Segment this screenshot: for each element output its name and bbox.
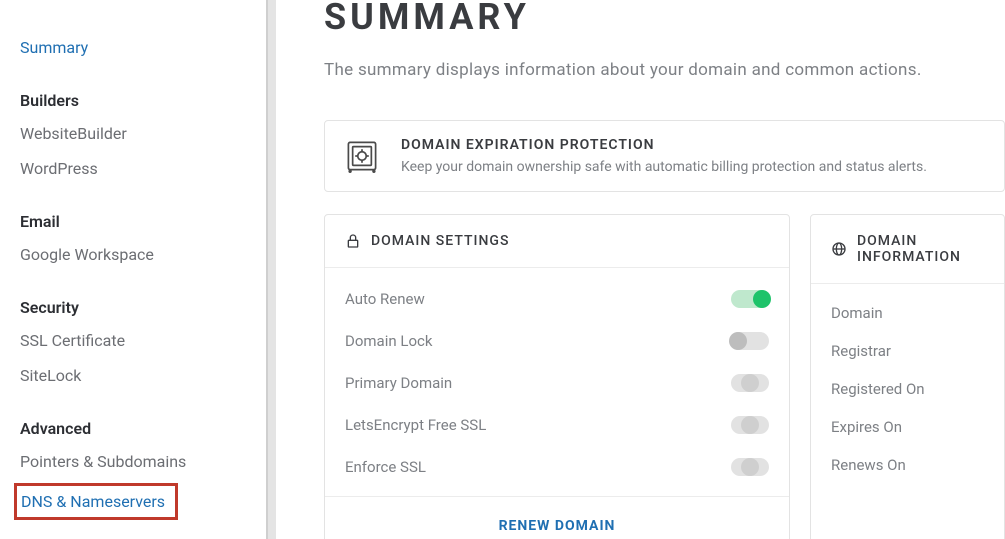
lock-icon <box>345 233 361 249</box>
banner-text: Keep your domain ownership safe with aut… <box>401 159 927 175</box>
sidebar-item-pointers-subdomains[interactable]: Pointers & Subdomains <box>20 444 266 479</box>
setting-label: Primary Domain <box>345 374 452 392</box>
sidebar-heading-security: Security <box>20 272 266 323</box>
domain-settings-header: DOMAIN SETTINGS <box>325 215 789 268</box>
setting-label: Enforce SSL <box>345 458 426 476</box>
info-row-registrar: Registrar <box>831 332 984 370</box>
domain-settings-card: DOMAIN SETTINGS Auto Renew Domain Lock P… <box>324 214 790 539</box>
sidebar-item-google-workspace[interactable]: Google Workspace <box>20 237 266 272</box>
main-content: SUMMARY The summary displays information… <box>266 0 1005 539</box>
toggle-enforce-ssl[interactable] <box>731 458 769 476</box>
setting-row-auto-renew: Auto Renew <box>345 278 769 320</box>
info-row-registered-on: Registered On <box>831 370 984 408</box>
renew-domain-button[interactable]: RENEW DOMAIN <box>499 518 616 534</box>
toggle-primary-domain[interactable] <box>731 374 769 392</box>
setting-label: LetsEncrypt Free SSL <box>345 416 486 434</box>
sidebar-heading-builders: Builders <box>20 65 266 116</box>
sidebar-heading-email: Email <box>20 186 266 237</box>
globe-icon <box>831 241 847 257</box>
setting-row-primary-domain: Primary Domain <box>345 362 769 404</box>
sidebar-item-dns-nameservers[interactable]: DNS & Nameservers <box>21 492 165 511</box>
sidebar: Summary Builders WebsiteBuilder WordPres… <box>0 0 266 539</box>
domain-information-header: DOMAIN INFORMATION <box>811 215 1004 284</box>
info-row-domain: Domain <box>831 294 984 332</box>
sidebar-item-ssl-certificate[interactable]: SSL Certificate <box>20 323 266 358</box>
sidebar-divider <box>266 0 276 539</box>
page-subtitle: The summary displays information about y… <box>324 60 1005 80</box>
sidebar-item-websitebuilder[interactable]: WebsiteBuilder <box>20 116 266 151</box>
toggle-auto-renew[interactable] <box>731 290 769 308</box>
domain-settings-header-text: DOMAIN SETTINGS <box>371 233 509 249</box>
banner-title: DOMAIN EXPIRATION PROTECTION <box>401 137 927 153</box>
domain-information-header-text: DOMAIN INFORMATION <box>857 233 984 265</box>
toggle-letsencrypt[interactable] <box>731 416 769 434</box>
info-row-renews-on: Renews On <box>831 446 984 484</box>
info-row-expires-on: Expires On <box>831 408 984 446</box>
domain-information-card: DOMAIN INFORMATION Domain Registrar Regi… <box>810 214 1005 539</box>
safe-icon <box>345 139 379 173</box>
page-title: SUMMARY <box>324 0 1005 38</box>
setting-label: Domain Lock <box>345 332 432 350</box>
setting-row-letsencrypt: LetsEncrypt Free SSL <box>345 404 769 446</box>
sidebar-heading-advanced: Advanced <box>20 393 266 444</box>
setting-row-domain-lock: Domain Lock <box>345 320 769 362</box>
sidebar-item-sitelock[interactable]: SiteLock <box>20 358 266 393</box>
domain-information-body: Domain Registrar Registered On Expires O… <box>811 284 1004 484</box>
dns-highlight-box: DNS & Nameservers <box>14 483 178 520</box>
toggle-domain-lock[interactable] <box>731 332 769 350</box>
domain-settings-body: Auto Renew Domain Lock Primary Domain Le… <box>325 268 789 488</box>
domain-settings-footer: RENEW DOMAIN <box>325 496 789 539</box>
sidebar-item-wordpress[interactable]: WordPress <box>20 151 266 186</box>
expiration-protection-banner[interactable]: DOMAIN EXPIRATION PROTECTION Keep your d… <box>324 120 1005 192</box>
sidebar-item-summary[interactable]: Summary <box>20 30 266 65</box>
cards-row: DOMAIN SETTINGS Auto Renew Domain Lock P… <box>324 214 1005 539</box>
setting-row-enforce-ssl: Enforce SSL <box>345 446 769 488</box>
setting-label: Auto Renew <box>345 290 425 308</box>
banner-text-wrap: DOMAIN EXPIRATION PROTECTION Keep your d… <box>401 137 927 175</box>
